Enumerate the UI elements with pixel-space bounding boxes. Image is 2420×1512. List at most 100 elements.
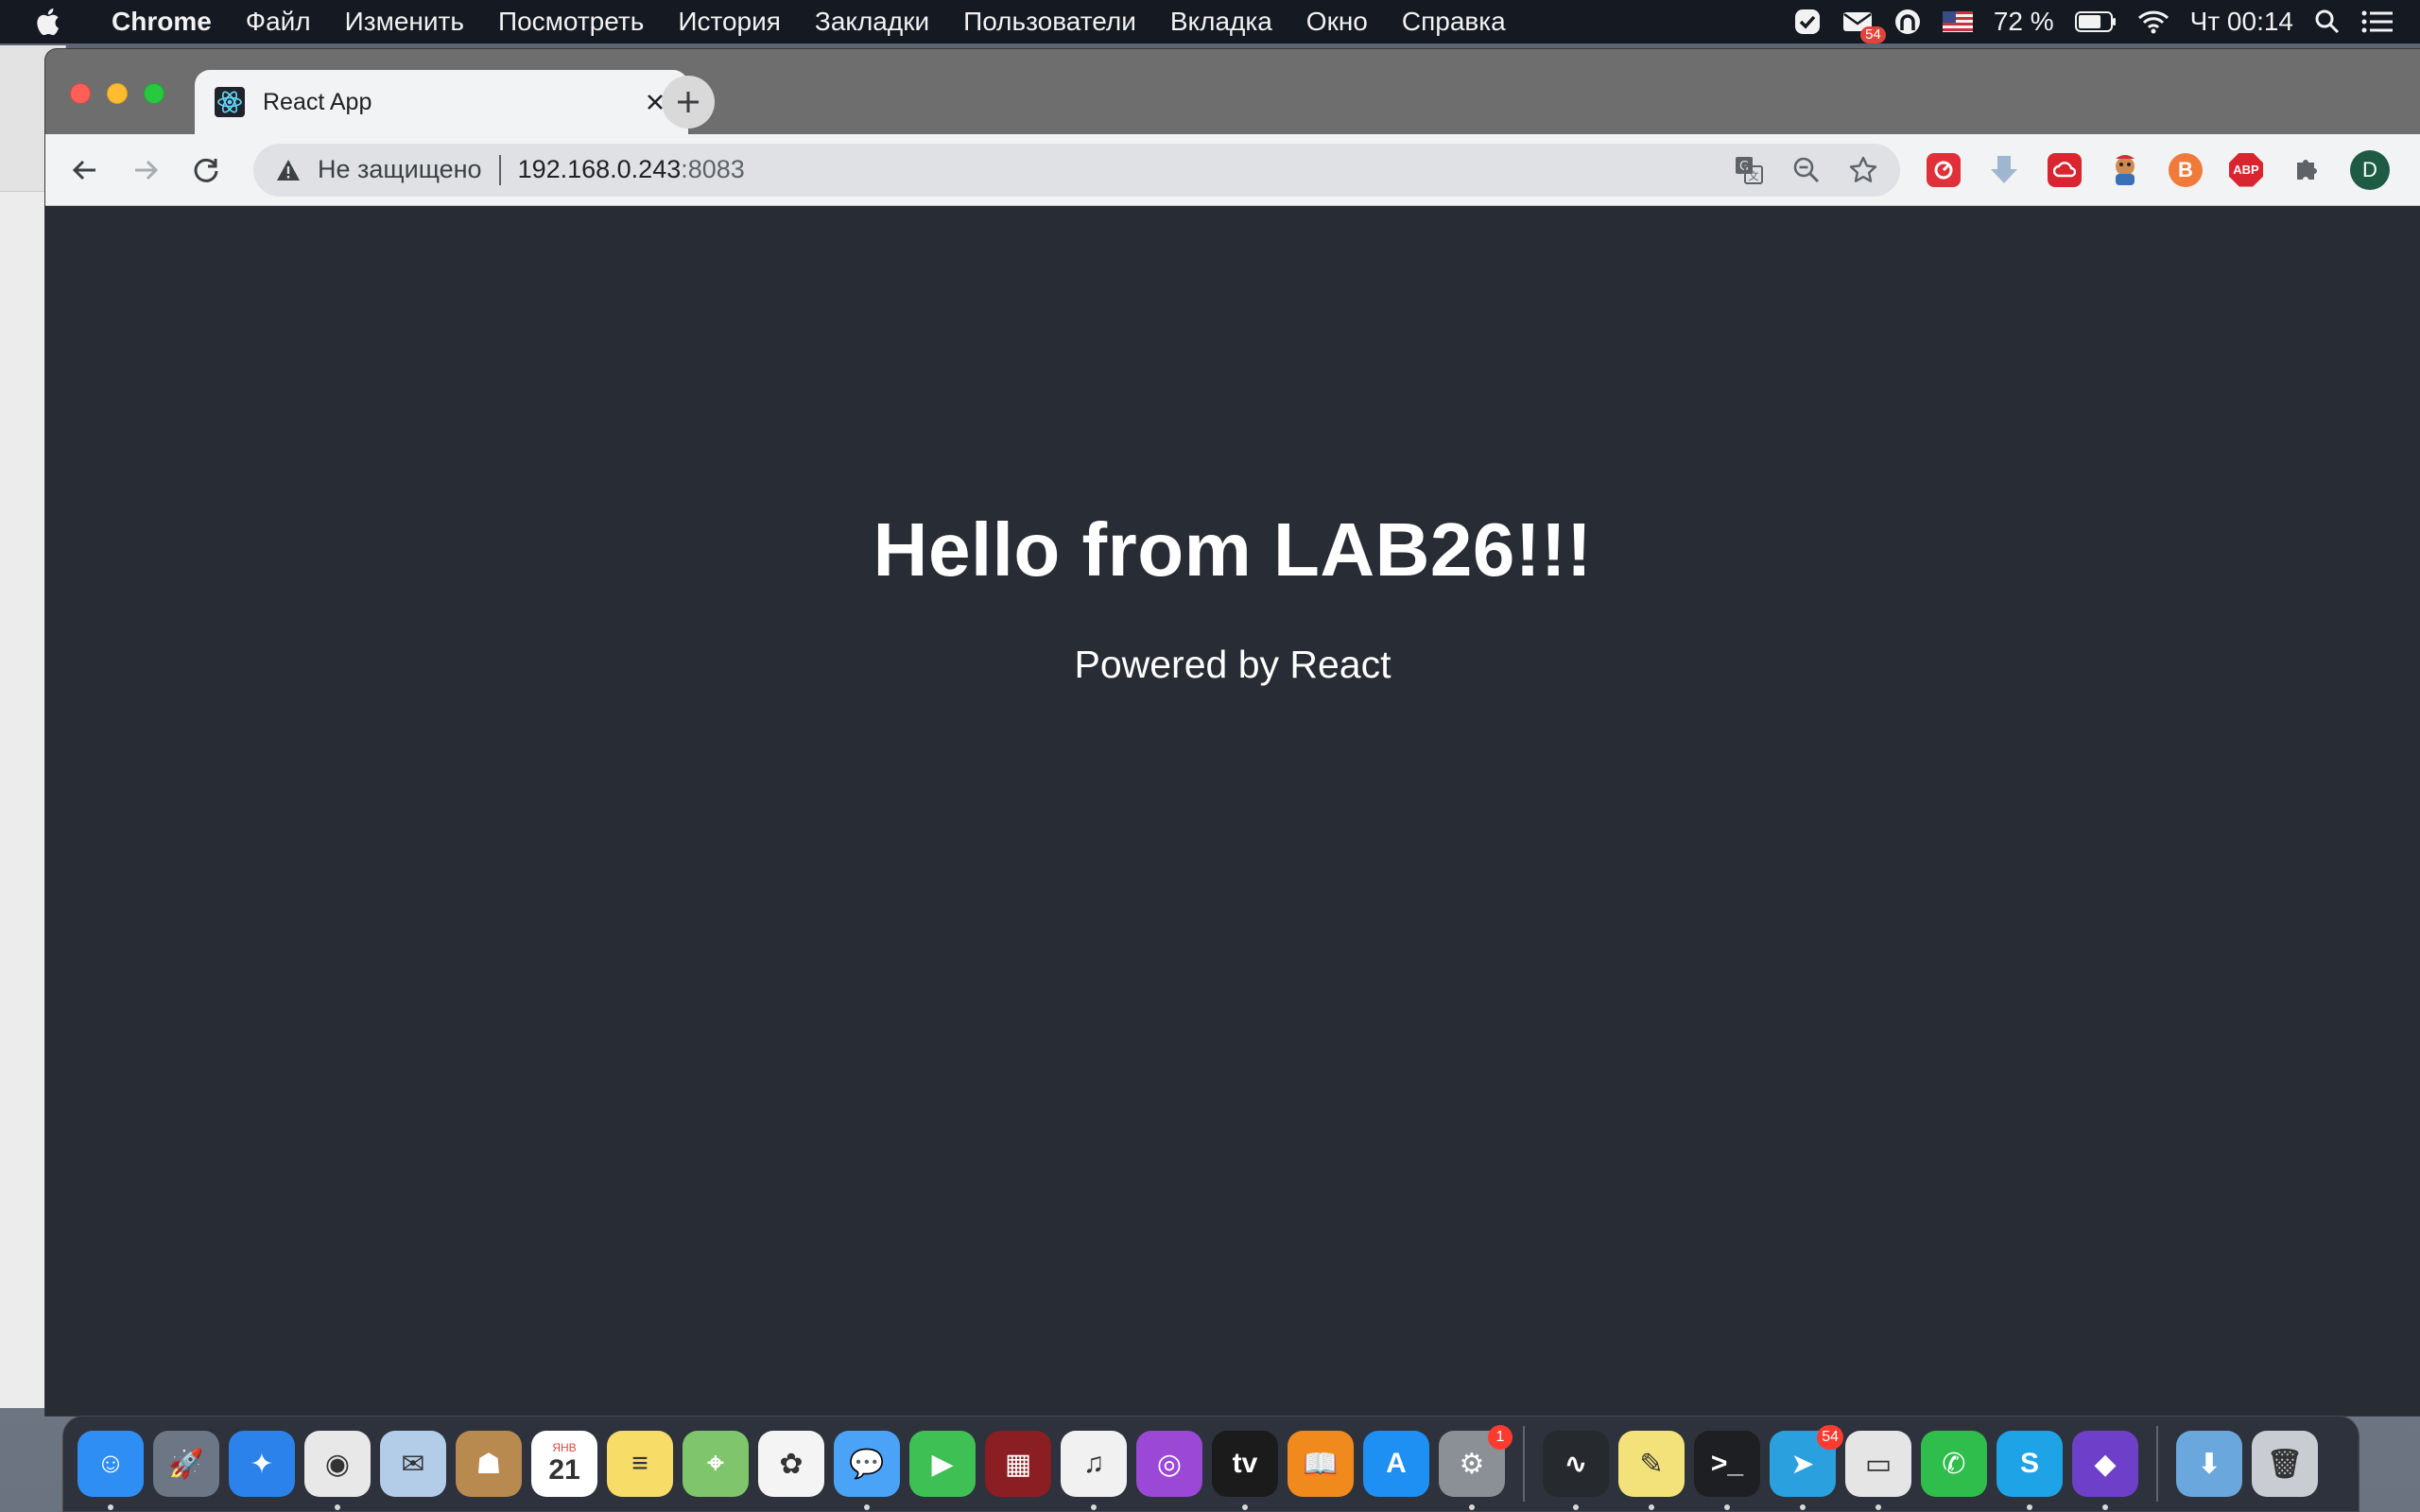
dock-chrome-icon[interactable]: ◉ bbox=[304, 1431, 371, 1510]
adblock-extension-icon[interactable]: ABP bbox=[2229, 152, 2263, 187]
running-indicator bbox=[2027, 1504, 2032, 1510]
dock-messages-icon[interactable]: 💬 bbox=[834, 1431, 900, 1510]
forward-button[interactable] bbox=[115, 140, 176, 200]
menu-tab[interactable]: Вкладка bbox=[1153, 7, 1289, 37]
new-tab-button[interactable] bbox=[662, 76, 715, 129]
running-indicator bbox=[1469, 1504, 1475, 1510]
menu-profiles[interactable]: Пользователи bbox=[946, 7, 1153, 37]
dock-app-store-icon[interactable]: A bbox=[1363, 1431, 1429, 1497]
menu-edit[interactable]: Изменить bbox=[328, 7, 481, 37]
dock-whatsapp-glyph: ✆ bbox=[1942, 1448, 1966, 1480]
battery-icon[interactable] bbox=[2074, 10, 2117, 33]
download-arrow-extension-icon[interactable] bbox=[1987, 153, 2021, 187]
notification-center-icon[interactable] bbox=[2361, 9, 2394, 34]
dock-launchpad-glyph: 🚀 bbox=[168, 1448, 204, 1480]
menu-help[interactable]: Справка bbox=[1385, 7, 1523, 37]
dock-contacts-glyph: ☗ bbox=[475, 1448, 502, 1480]
dock-telegram-icon[interactable]: ➤ 54 bbox=[1770, 1425, 1843, 1510]
apple-menu-icon[interactable] bbox=[0, 8, 95, 36]
dock-activity-monitor-icon[interactable]: ∿ bbox=[1543, 1431, 1609, 1510]
dock-podcasts-glyph: ◎ bbox=[1156, 1448, 1183, 1480]
url-port: :8083 bbox=[681, 155, 745, 183]
dock-photos-glyph: ✿ bbox=[779, 1448, 804, 1480]
dock-music-icon[interactable]: ♫ bbox=[1061, 1431, 1127, 1510]
dock-finder-glyph: ☺ bbox=[95, 1448, 126, 1479]
dock-printer-icon[interactable]: ▭ bbox=[1845, 1431, 1911, 1510]
dock-podcasts-icon[interactable]: ◎ bbox=[1136, 1431, 1202, 1497]
url-host: 192.168.0.243 bbox=[517, 155, 682, 183]
url-text[interactable]: 192.168.0.243:8083 bbox=[518, 155, 745, 184]
close-window-button[interactable] bbox=[70, 83, 91, 104]
dock-calendar-icon[interactable]: ЯНВ 21 bbox=[531, 1431, 597, 1497]
bookmark-star-icon[interactable] bbox=[1849, 156, 1877, 184]
dock-github-desktop-icon[interactable]: ◆ bbox=[2072, 1431, 2138, 1510]
tab-react-app[interactable]: React App bbox=[195, 70, 688, 134]
translate-icon[interactable]: G文 bbox=[1734, 155, 1764, 185]
menu-view[interactable]: Посмотреть bbox=[481, 7, 661, 37]
dock-books-icon[interactable]: 📖 bbox=[1288, 1431, 1354, 1497]
reload-icon bbox=[194, 158, 218, 182]
fullscreen-window-button[interactable] bbox=[144, 83, 164, 104]
profile-avatar[interactable]: D bbox=[2350, 149, 2390, 190]
running-indicator bbox=[864, 1504, 870, 1510]
menu-app-name[interactable]: Chrome bbox=[95, 7, 229, 37]
menu-bar: Chrome Файл Изменить Посмотреть История … bbox=[0, 0, 2420, 43]
dock-safari-icon[interactable]: ✦ bbox=[229, 1431, 295, 1497]
puzzle-extensions-icon[interactable] bbox=[2290, 153, 2324, 187]
dock-chrome-glyph: ◉ bbox=[324, 1448, 351, 1480]
wifi-icon[interactable] bbox=[2137, 9, 2169, 34]
dock-trash-glyph: 🗑 bbox=[2266, 1448, 2304, 1480]
back-arrow-icon bbox=[72, 160, 95, 180]
dock-mail-icon[interactable]: ✉ bbox=[380, 1431, 446, 1497]
dock-calendar-month: ЯНВ bbox=[552, 1441, 577, 1454]
running-indicator bbox=[1091, 1504, 1097, 1510]
dock-facetime-icon[interactable]: ▶ bbox=[909, 1431, 976, 1497]
red-circle-extension-icon[interactable] bbox=[1927, 152, 1961, 187]
dock-stickies-icon[interactable]: ✎ bbox=[1618, 1431, 1685, 1510]
menu-history[interactable]: История bbox=[661, 7, 798, 37]
dock-contacts-icon[interactable]: ☗ bbox=[456, 1431, 522, 1497]
spotlight-search-icon[interactable] bbox=[2314, 9, 2341, 35]
dock-downloads-folder-icon[interactable]: ⬇ bbox=[2176, 1431, 2242, 1497]
tab-title: React App bbox=[263, 88, 372, 115]
dock-telegram-badge: 54 bbox=[1817, 1425, 1843, 1450]
warning-triangle-icon[interactable] bbox=[276, 159, 304, 181]
dock-launchpad-icon[interactable]: 🚀 bbox=[153, 1431, 219, 1497]
lastpass-status-icon[interactable] bbox=[1893, 8, 1922, 36]
status-area: 54 72 % Чт 00:14 bbox=[1793, 7, 2420, 43]
dock-trash-icon[interactable]: 🗑 bbox=[2252, 1431, 2318, 1497]
dock-downloads-folder-glyph: ⬇ bbox=[2197, 1448, 2221, 1480]
dock-skype-glyph: S bbox=[2019, 1448, 2039, 1479]
dock-photos-icon[interactable]: ✿ bbox=[758, 1431, 824, 1497]
cloud-extension-icon[interactable] bbox=[2048, 152, 2082, 187]
dock-photo-booth-icon[interactable]: ▦ bbox=[985, 1431, 1051, 1497]
address-bar[interactable]: Не защищено 192.168.0.243:8083 G文 bbox=[253, 143, 1900, 197]
back-button[interactable] bbox=[55, 140, 115, 200]
b-logo-extension-icon[interactable]: B bbox=[2169, 152, 2203, 187]
cartoon-character-extension-icon[interactable] bbox=[2108, 153, 2142, 187]
menubar-clock[interactable]: Чт 00:14 bbox=[2190, 7, 2293, 37]
dock-notes-icon[interactable]: ≡ bbox=[607, 1431, 673, 1497]
mail-status-badge: 54 bbox=[1860, 26, 1886, 43]
us-flag-input-icon[interactable] bbox=[1942, 11, 1973, 32]
dock-finder-icon[interactable]: ☺ bbox=[78, 1431, 144, 1510]
mail-status-icon[interactable]: 54 bbox=[1842, 9, 1886, 43]
security-status-text[interactable]: Не защищено bbox=[318, 155, 482, 184]
dock-whatsapp-icon[interactable]: ✆ bbox=[1921, 1431, 1987, 1497]
dock-skype-icon[interactable]: S bbox=[1996, 1431, 2063, 1510]
reload-button[interactable] bbox=[176, 140, 236, 200]
battery-percent[interactable]: 72 % bbox=[1994, 7, 2054, 37]
zoom-out-icon[interactable] bbox=[1792, 156, 1821, 184]
dock-terminal-glyph: >_ bbox=[1710, 1448, 1744, 1479]
dock-terminal-icon[interactable]: >_ bbox=[1694, 1431, 1760, 1510]
checkmark-shield-status-icon[interactable] bbox=[1793, 8, 1822, 36]
page-subtitle: Powered by React bbox=[1074, 643, 1392, 686]
menu-file[interactable]: Файл bbox=[229, 7, 328, 37]
menu-window[interactable]: Окно bbox=[1289, 7, 1385, 37]
dock-apple-tv-icon[interactable]: tv bbox=[1212, 1431, 1278, 1510]
dock-system-preferences-icon[interactable]: ⚙ 1 bbox=[1439, 1425, 1512, 1510]
dock-maps-icon[interactable]: ⌖ bbox=[683, 1431, 749, 1497]
menu-bookmarks[interactable]: Закладки bbox=[798, 7, 946, 37]
minimize-window-button[interactable] bbox=[107, 83, 128, 104]
dock-separator bbox=[2156, 1426, 2158, 1502]
